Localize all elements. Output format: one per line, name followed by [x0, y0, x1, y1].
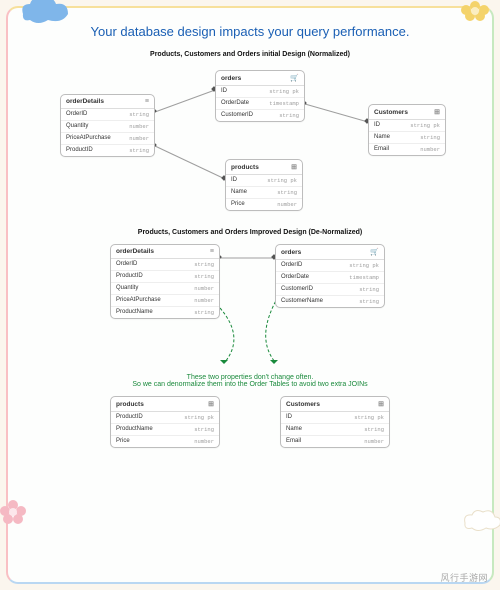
- page-title: Your database design impacts your query …: [20, 24, 480, 39]
- decor-cloud-white: [460, 505, 500, 535]
- denorm-note-1: These two properties don't change often.: [20, 374, 480, 381]
- entity-customers2: Customers⊞ IDstring pk Namestring Emailn…: [280, 396, 390, 448]
- entity-orders: orders🛒 IDstring pk OrderDatetimestamp C…: [215, 70, 305, 122]
- decor-cloud-blue: [18, 0, 74, 26]
- entity-title: Customers: [374, 109, 408, 116]
- entity-title: orderDetails: [116, 248, 154, 255]
- decor-flower-pink: [0, 496, 30, 530]
- entity-orders2: orders🛒 OrderIDstring pk OrderDatetimest…: [275, 244, 385, 308]
- cube-icon: ⊞: [208, 400, 214, 408]
- content-frame: Your database design impacts your query …: [6, 6, 494, 584]
- diagram-normalized: orderDetails≡ OrderIDstring Quantitynumb…: [20, 64, 480, 229]
- entity-title: orderDetails: [66, 98, 104, 105]
- menu-icon: ≡: [145, 98, 149, 105]
- entity-orderDetails2: orderDetails≡ OrderIDstring ProductIDstr…: [110, 244, 220, 319]
- entity-customers: Customers⊞ IDstring pk Namestring Emailn…: [368, 104, 446, 156]
- entity-products2: products⊞ ProductIDstring pk ProductName…: [110, 396, 220, 448]
- cart-icon: 🛒: [290, 74, 299, 82]
- entity-title: orders: [281, 249, 301, 256]
- entity-title: Customers: [286, 401, 320, 408]
- entity-title: products: [116, 401, 144, 408]
- section2-heading: Products, Customers and Orders Improved …: [20, 229, 480, 236]
- entity-title: products: [231, 164, 259, 171]
- entity-title: orders: [221, 75, 241, 82]
- cube-icon: ⊞: [378, 400, 384, 408]
- cart-icon: 🛒: [370, 248, 379, 256]
- decor-flower-yellow: [456, 0, 494, 26]
- diagram-denormalized: orderDetails≡ OrderIDstring ProductIDstr…: [20, 242, 480, 372]
- menu-icon: ≡: [210, 248, 214, 255]
- watermark-text: 风行手游网: [440, 571, 488, 584]
- denorm-note-2: So we can denormalize them into the Orde…: [20, 381, 480, 388]
- entity-products: products⊞ IDstring pk Namestring Pricenu…: [225, 159, 303, 211]
- bottom-tables: products⊞ ProductIDstring pk ProductName…: [20, 396, 480, 448]
- entity-orderDetails: orderDetails≡ OrderIDstring Quantitynumb…: [60, 94, 155, 157]
- cube-icon: ⊞: [434, 108, 440, 116]
- section1-heading: Products, Customers and Orders initial D…: [20, 51, 480, 58]
- cube-icon: ⊞: [291, 163, 297, 171]
